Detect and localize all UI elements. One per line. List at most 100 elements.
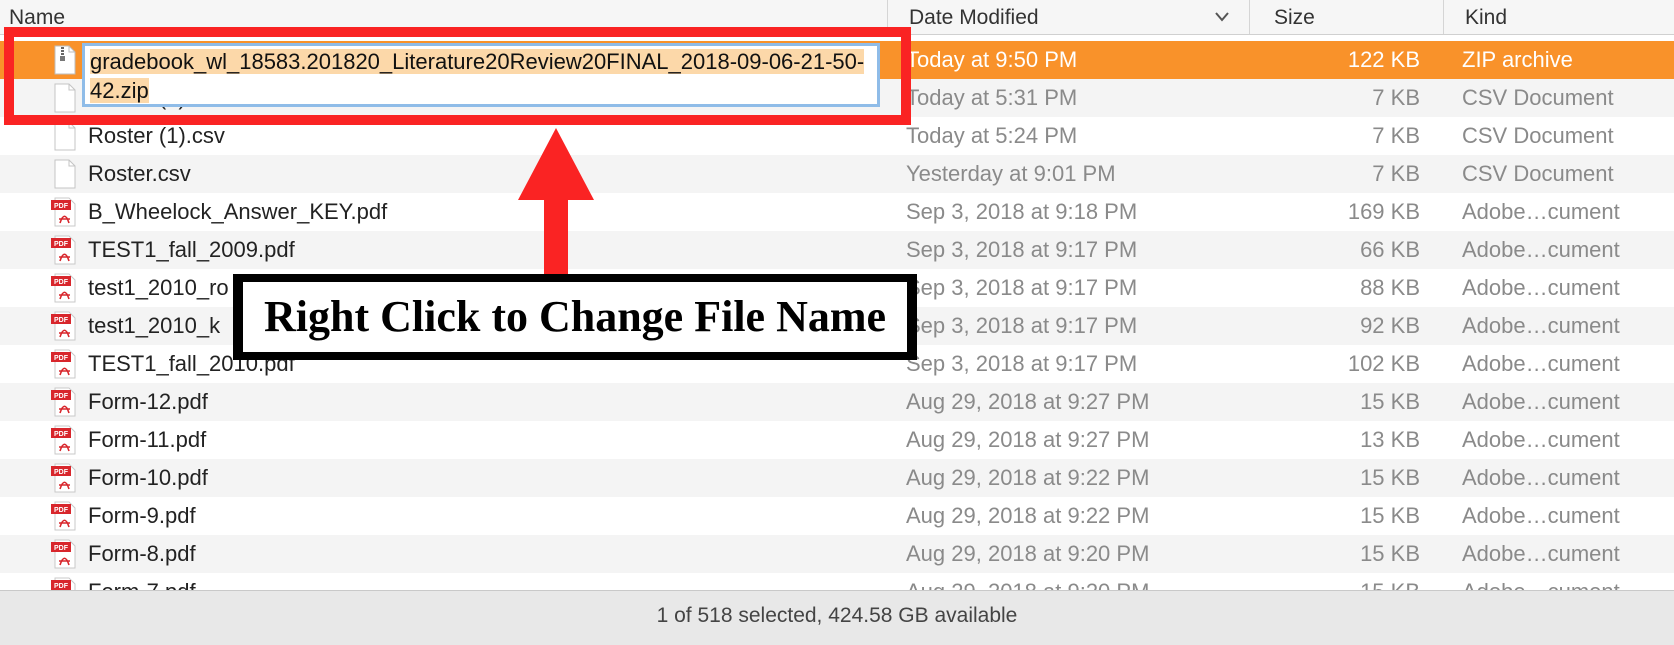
svg-text:PDF: PDF [54, 393, 69, 400]
svg-text:PDF: PDF [54, 469, 69, 476]
svg-text:PDF: PDF [54, 241, 69, 248]
file-size: 7 KB [1372, 161, 1420, 186]
file-row[interactable]: Roster (1).csv Today at 5:24 PM 7 KB CSV Do… [0, 117, 1674, 155]
document-icon [54, 83, 76, 113]
document-icon [54, 121, 76, 151]
file-kind: Adobe…cument [1462, 237, 1620, 262]
file-date-modified: Yesterday at 9:01 PM [906, 161, 1116, 186]
pdf-icon: PDF [51, 501, 76, 531]
pdf-icon: PDF [51, 539, 76, 569]
file-kind: Adobe…cument [1462, 351, 1620, 376]
column-header-date-modified[interactable]: Date Modified [909, 5, 1039, 33]
pdf-icon: PDF [51, 387, 76, 417]
file-kind: CSV Document [1462, 161, 1614, 186]
file-date-modified: Aug 29, 2018 at 9:22 PM [906, 503, 1150, 528]
file-row[interactable]: PDF TEST1_fall_2009.pdf Sep 3, 2018 at 9:1… [0, 231, 1674, 269]
file-date-modified: Aug 29, 2018 at 9:22 PM [906, 465, 1150, 490]
file-size: 7 KB [1372, 123, 1420, 148]
file-size: 13 KB [1360, 427, 1420, 452]
file-row[interactable]: PDF Form-12.pdf Aug 29, 2018 at 9:27 PM 15 … [0, 383, 1674, 421]
pdf-icon: PDF [51, 425, 76, 455]
file-date-modified: Aug 29, 2018 at 9:27 PM [906, 389, 1150, 414]
pdf-icon: PDF [51, 577, 76, 590]
file-name: Form-11.pdf [88, 427, 207, 452]
rename-field[interactable]: gradebook_wl_18583.201820_Literature20Re… [82, 43, 880, 107]
file-kind: Adobe…cument [1462, 199, 1620, 224]
file-size: 122 KB [1347, 47, 1420, 72]
column-header-kind[interactable]: Kind [1465, 5, 1507, 33]
file-size: 169 KB [1347, 199, 1420, 224]
file-name: TEST1_fall_2009.pdf [88, 237, 295, 262]
file-date-modified: Sep 3, 2018 at 9:17 PM [906, 275, 1138, 300]
file-size: 15 KB [1250, 573, 1420, 590]
column-divider[interactable] [1249, 0, 1250, 34]
file-date-modified: Sep 3, 2018 at 9:17 PM [906, 351, 1138, 376]
chevron-down-icon[interactable] [1214, 10, 1230, 24]
annotation-callout: Right Click to Change File Name [233, 274, 917, 360]
file-name: Form-8.pdf [88, 541, 196, 566]
file-kind: Adobe…cument [1462, 313, 1620, 338]
file-size: 15 KB [1360, 389, 1420, 414]
file-date-modified: Sep 3, 2018 at 9:18 PM [906, 199, 1138, 224]
file-row[interactable]: PDF B_Wheelock_Answer_KEY.pdf Sep 3, 2018 … [0, 193, 1674, 231]
pdf-icon: PDF [51, 311, 76, 341]
column-header-bar: Name Date Modified Size Kind [0, 0, 1674, 35]
column-divider[interactable] [1443, 0, 1444, 34]
file-date-modified: Aug 29, 2018 at 9:20 PM [906, 541, 1150, 566]
file-size: 88 KB [1360, 275, 1420, 300]
file-row[interactable]: Roster.csv Yesterday at 9:01 PM 7 KB CSV Do… [0, 155, 1674, 193]
svg-text:PDF: PDF [54, 583, 69, 590]
file-row[interactable]: PDF Form-9.pdf Aug 29, 2018 at 9:22 PM 15 K… [0, 497, 1674, 535]
svg-text:PDF: PDF [54, 355, 69, 362]
file-size: 15 KB [1360, 465, 1420, 490]
svg-text:PDF: PDF [54, 507, 69, 514]
svg-text:PDF: PDF [54, 431, 69, 438]
svg-text:PDF: PDF [54, 203, 69, 210]
file-size: 15 KB [1360, 541, 1420, 566]
file-size: 7 KB [1372, 85, 1420, 110]
file-kind: Adobe…cument [1462, 573, 1672, 590]
pdf-icon: PDF [51, 463, 76, 493]
file-row[interactable]: PDF Form-10.pdf Aug 29, 2018 at 9:22 PM 15 … [0, 459, 1674, 497]
file-date-modified: Aug 29, 2018 at 9:27 PM [906, 427, 1150, 452]
file-kind: Adobe…cument [1462, 275, 1620, 300]
file-date-modified: Sep 3, 2018 at 9:17 PM [906, 237, 1138, 262]
file-kind: Adobe…cument [1462, 427, 1620, 452]
file-size: 92 KB [1360, 313, 1420, 338]
zip-file-icon [54, 45, 76, 75]
file-name: Form-7.pdf [88, 573, 878, 590]
file-kind: CSV Document [1462, 85, 1614, 110]
file-date-modified: Today at 5:31 PM [906, 85, 1078, 110]
file-kind: Adobe…cument [1462, 465, 1620, 490]
column-header-name[interactable]: Name [9, 5, 65, 33]
svg-text:PDF: PDF [54, 317, 69, 324]
file-size: 102 KB [1347, 351, 1420, 376]
file-size: 15 KB [1360, 503, 1420, 528]
file-name: Form-9.pdf [88, 503, 196, 528]
up-arrow-icon [518, 128, 594, 274]
file-row[interactable]: PDF Form-8.pdf Aug 29, 2018 at 9:20 PM 15 K… [0, 535, 1674, 573]
file-name: Roster (1).csv [88, 123, 225, 148]
column-divider[interactable] [887, 0, 888, 34]
pdf-icon: PDF [51, 197, 76, 227]
file-date-modified: Today at 5:24 PM [906, 123, 1078, 148]
file-name: Form-10.pdf [88, 465, 208, 490]
file-date-modified: Aug 29, 2018 at 9:20 PM [906, 573, 1246, 590]
file-row[interactable]: PDF Form-7.pdf Aug 29, 2018 at 9:20 PM15 K… [0, 573, 1674, 590]
rename-field-text[interactable]: gradebook_wl_18583.201820_Literature20Re… [90, 49, 865, 103]
file-name: Roster.csv [88, 161, 191, 186]
file-kind: Adobe…cument [1462, 389, 1620, 414]
file-date-modified: Sep 3, 2018 at 9:17 PM [906, 313, 1138, 338]
file-name: Form-12.pdf [88, 389, 208, 414]
file-row[interactable]: PDF Form-11.pdf Aug 29, 2018 at 9:27 PM 13 … [0, 421, 1674, 459]
file-kind: ZIP archive [1462, 47, 1573, 72]
column-header-size[interactable]: Size [1274, 5, 1315, 33]
file-date-modified: Today at 9:50 PM [906, 47, 1078, 72]
pdf-icon: PDF [51, 235, 76, 265]
status-text: 1 of 518 selected, 424.58 GB available [656, 604, 1018, 627]
file-size: 66 KB [1360, 237, 1420, 262]
file-kind: Adobe…cument [1462, 541, 1620, 566]
file-kind: Adobe…cument [1462, 503, 1620, 528]
svg-text:PDF: PDF [54, 545, 69, 552]
file-kind: CSV Document [1462, 123, 1614, 148]
